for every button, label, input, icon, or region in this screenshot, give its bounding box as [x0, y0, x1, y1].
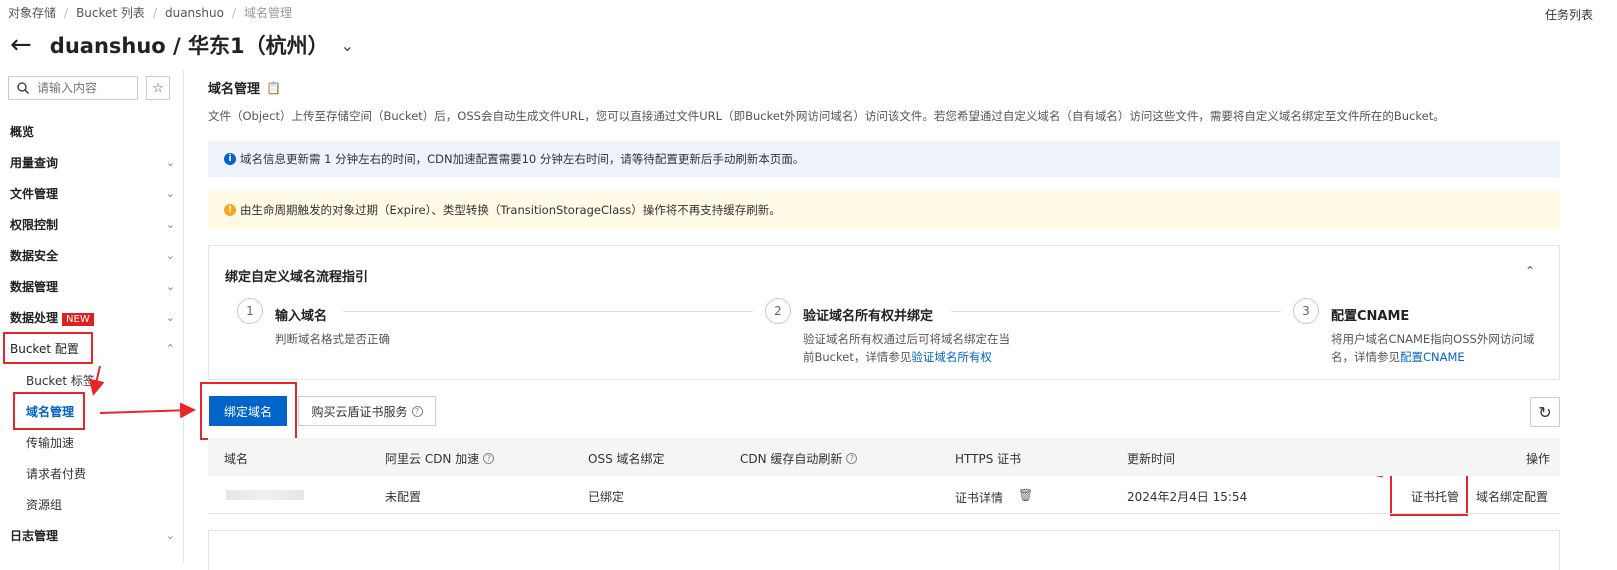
step-description-line: 前Bucket，详情参见 [803, 350, 912, 364]
column-header: 域名 [224, 452, 249, 466]
document-icon[interactable]: 📋 [266, 81, 281, 95]
step-connector [951, 311, 1281, 312]
domain-value-redacted [226, 490, 304, 500]
section-title-text: 域名管理 [208, 82, 261, 97]
table-row: 未配置 已绑定 证书详情 🗑 2024年2月4日 15:54 证书托管 域名绑定… [208, 476, 1560, 514]
step-description-line: 验证域名所有权通过后可将域名绑定在当 [803, 332, 1010, 346]
column-header: OSS 域名绑定 [588, 452, 665, 466]
refresh-icon[interactable]: ↻ [1530, 397, 1560, 427]
chevron-up-icon[interactable]: ⌃ [1525, 264, 1535, 278]
certificate-details-link[interactable]: 证书详情 [955, 489, 1003, 506]
step-title: 验证域名所有权并绑定 [803, 309, 934, 324]
step-title: 配置CNAME [1331, 309, 1410, 324]
info-icon: i [224, 153, 236, 165]
domain-binding-config-link[interactable]: 域名绑定配置 [1476, 488, 1548, 505]
certificate-hosting-link[interactable]: 证书托管 [1411, 488, 1459, 505]
binding-guide-panel: 绑定自定义域名流程指引 ⌃ 1 输入域名 判断域名格式是否正确 2 验证域名所有… [208, 245, 1560, 380]
oss-bind-status: 已绑定 [588, 490, 625, 504]
trash-icon[interactable]: 🗑 [1018, 488, 1033, 502]
table-header: 域名 阿里云 CDN 加速? OSS 域名绑定 CDN 缓存自动刷新? HTTP… [208, 438, 1560, 476]
buy-certificate-label: 购买云盾证书服务 [311, 404, 408, 419]
section-title: 域名管理 📋 [208, 78, 281, 98]
info-notice-text: 域名信息更新需 1 分钟左右的时间，CDN加速配置需要10 分钟左右时间，请等待… [240, 152, 805, 166]
section-description: 文件（Object）上传至存储空间（Bucket）后，OSS会自动生成文件URL… [208, 109, 1445, 123]
step-connector [343, 311, 753, 312]
warning-icon: ! [224, 204, 236, 216]
column-header: 操作 [1526, 452, 1551, 466]
step-description: 将用户域名CNAME指向OSS外网访问域 名，详情参见配置CNAME [1331, 330, 1551, 366]
info-notice: i 域名信息更新需 1 分钟左右的时间，CDN加速配置需要10 分钟左右时间，请… [208, 141, 1560, 177]
cdn-status-link[interactable]: 未配置 [385, 488, 421, 505]
step-description-line: 名，详情参见 [1331, 350, 1400, 364]
help-icon: ? [846, 453, 858, 464]
column-header: HTTPS 证书 [955, 452, 1022, 466]
guide-title: 绑定自定义域名流程指引 [225, 270, 369, 285]
step-title: 输入域名 [275, 309, 328, 324]
help-icon: ? [411, 405, 423, 417]
column-header: 阿里云 CDN 加速? [385, 450, 495, 467]
column-header: CDN 缓存自动刷新? [740, 450, 858, 467]
warning-notice: ! 由生命周期触发的对象过期（Expire）、类型转换（TransitionSt… [208, 191, 1560, 229]
column-header: 更新时间 [1127, 452, 1176, 466]
step-number: 2 [765, 298, 791, 324]
buy-certificate-button[interactable]: 购买云盾证书服务 ? [298, 396, 436, 426]
step-number: 3 [1293, 298, 1319, 324]
bind-domain-button[interactable]: 绑定域名 [209, 396, 287, 426]
step-description-line: 将用户域名CNAME指向OSS外网访问域 [1331, 332, 1535, 346]
step-number: 1 [237, 298, 263, 324]
verify-ownership-link[interactable]: 验证域名所有权 [911, 350, 992, 364]
help-icon: ? [483, 453, 495, 464]
next-panel [208, 530, 1560, 570]
update-time: 2024年2月4日 15:54 [1127, 490, 1248, 504]
step-description: 判断域名格式是否正确 [275, 332, 390, 346]
step-description: 验证域名所有权通过后可将域名绑定在当 前Bucket，详情参见验证域名所有权 [803, 330, 1043, 366]
configure-cname-link[interactable]: 配置CNAME [1400, 350, 1465, 364]
warning-notice-text: 由生命周期触发的对象过期（Expire）、类型转换（TransitionStor… [240, 203, 781, 217]
